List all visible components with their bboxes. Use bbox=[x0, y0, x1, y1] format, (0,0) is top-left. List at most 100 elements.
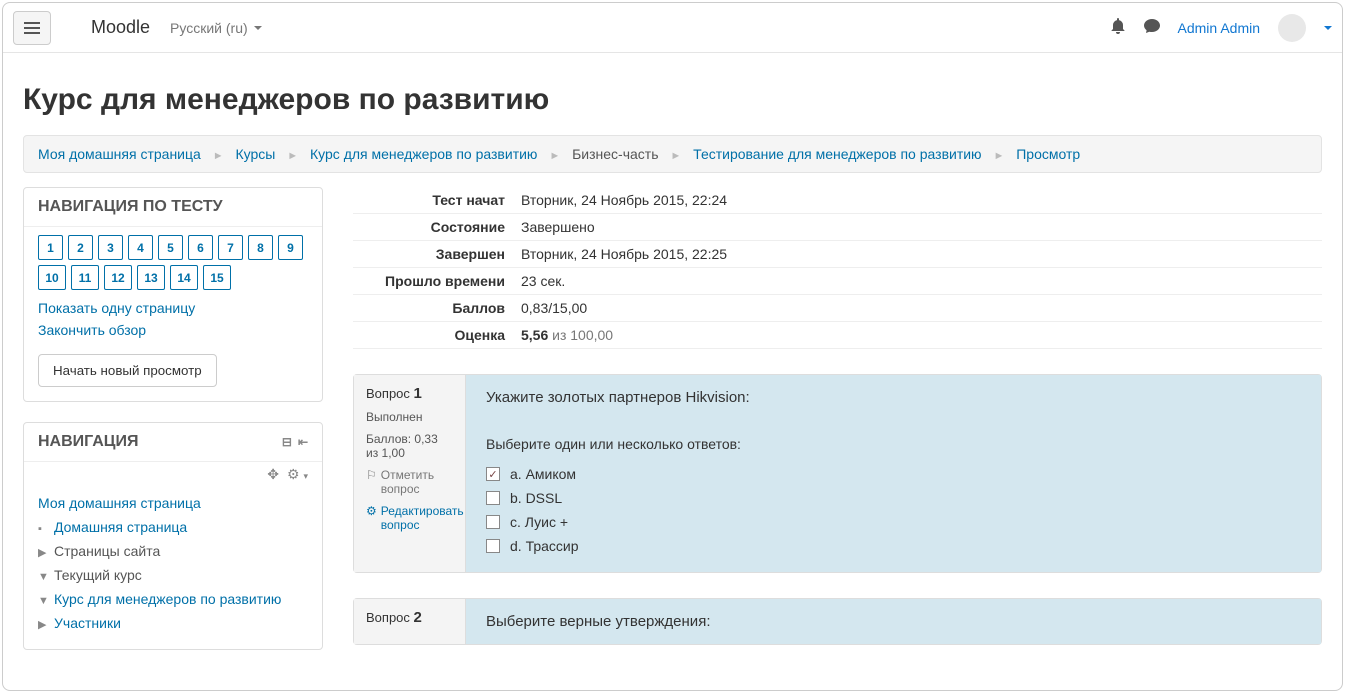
question-nav-button[interactable]: 6 bbox=[188, 235, 213, 260]
question-nav-button[interactable]: 14 bbox=[170, 265, 198, 290]
question-nav-button[interactable]: 13 bbox=[137, 265, 165, 290]
move-icon[interactable]: ✥ bbox=[267, 466, 279, 483]
summary-key: Завершен bbox=[353, 241, 513, 268]
language-selector[interactable]: Русский (ru) bbox=[170, 20, 262, 36]
tree-item-home[interactable]: Домашняя страница bbox=[54, 519, 187, 535]
gear-icon[interactable]: ⚙ ▾ bbox=[287, 466, 308, 483]
hamburger-icon bbox=[24, 27, 40, 29]
flag-icon: ⚐ bbox=[366, 468, 377, 482]
breadcrumb-item[interactable]: Просмотр bbox=[1016, 146, 1080, 162]
question-nav-button[interactable]: 2 bbox=[68, 235, 93, 260]
summary-key: Состояние bbox=[353, 214, 513, 241]
summary-key: Баллов bbox=[353, 295, 513, 322]
summary-key: Прошло времени bbox=[353, 268, 513, 295]
summary-key: Оценка bbox=[353, 322, 513, 349]
messages-icon[interactable] bbox=[1144, 18, 1160, 37]
question-text: Укажите золотых партнеров Hikvision: bbox=[486, 389, 1301, 406]
new-preview-button[interactable]: Начать новый просмотр bbox=[38, 354, 217, 387]
user-menu-caret-icon[interactable] bbox=[1324, 26, 1332, 30]
tree-item-participants[interactable]: Участники bbox=[54, 615, 121, 631]
checkbox-icon[interactable] bbox=[486, 515, 500, 529]
edit-question-link[interactable]: ⚙Редактировать вопрос bbox=[366, 504, 453, 532]
answer-option[interactable]: ✓ a. Амиком bbox=[486, 462, 1301, 486]
breadcrumb-separator-icon: ► bbox=[549, 150, 560, 162]
checkbox-icon[interactable] bbox=[486, 491, 500, 505]
quiz-navigation-block: НАВИГАЦИЯ ПО ТЕСТУ 1 2 3 4 5 6 7 8 9 bbox=[23, 187, 323, 402]
chevron-down-icon[interactable]: ▼ bbox=[38, 595, 48, 607]
chevron-right-icon[interactable]: ▶ bbox=[38, 546, 48, 559]
tree-item-site-pages[interactable]: Страницы сайта bbox=[54, 543, 160, 559]
chevron-down-icon[interactable]: ▼ bbox=[38, 571, 48, 583]
question-nav-button[interactable]: 1 bbox=[38, 235, 63, 260]
flag-question-link[interactable]: ⚐Отметить вопрос bbox=[366, 468, 453, 496]
tree-item-current-course[interactable]: Текущий курс bbox=[54, 567, 142, 583]
avatar[interactable] bbox=[1278, 14, 1306, 42]
question-nav-button[interactable]: 8 bbox=[248, 235, 273, 260]
dock-icon[interactable]: ⇤ bbox=[298, 435, 308, 449]
breadcrumb-separator-icon: ► bbox=[670, 150, 681, 162]
answer-option[interactable]: c. Луис + bbox=[486, 510, 1301, 534]
table-row: Оценка5,56 из 100,00 bbox=[353, 322, 1322, 349]
question-prompt: Выберите один или несколько ответов: bbox=[486, 436, 1301, 452]
question-nav-grid: 1 2 3 4 5 6 7 8 9 10 11 12 13 bbox=[38, 235, 308, 290]
table-row: Прошло времени23 сек. bbox=[353, 268, 1322, 295]
answer-option[interactable]: d. Трассир bbox=[486, 534, 1301, 558]
question-nav-button[interactable]: 9 bbox=[278, 235, 303, 260]
answer-option[interactable]: b. DSSL bbox=[486, 486, 1301, 510]
collapse-icon[interactable]: ⊟ bbox=[282, 435, 292, 449]
chevron-right-icon[interactable]: ▶ bbox=[38, 618, 48, 631]
checkbox-icon[interactable]: ✓ bbox=[486, 467, 500, 481]
table-row: Баллов0,83/15,00 bbox=[353, 295, 1322, 322]
brand-logo[interactable]: Moodle bbox=[91, 17, 150, 38]
summary-value: 23 сек. bbox=[513, 268, 1322, 295]
breadcrumb-item: Бизнес-часть bbox=[572, 146, 658, 162]
question-2: Вопрос 2 Выберите верные утверждения: bbox=[353, 598, 1322, 645]
checkbox-icon[interactable] bbox=[486, 539, 500, 553]
summary-value: Вторник, 24 Ноябрь 2015, 22:24 bbox=[513, 187, 1322, 214]
breadcrumb-item[interactable]: Курсы bbox=[235, 146, 275, 162]
navigation-tree: Моя домашняя страница ▪ Домашняя страница… bbox=[38, 491, 308, 635]
tree-item-my-home[interactable]: Моя домашняя страница bbox=[38, 495, 201, 511]
question-text: Выберите верные утверждения: bbox=[486, 613, 1301, 630]
gear-icon: ⚙ bbox=[366, 504, 377, 518]
question-mark: Баллов: 0,33 из 1,00 bbox=[366, 432, 453, 460]
block-title: НАВИГАЦИЯ ПО ТЕСТУ bbox=[24, 188, 322, 227]
finish-review-link[interactable]: Закончить обзор bbox=[38, 322, 308, 338]
question-nav-button[interactable]: 10 bbox=[38, 265, 66, 290]
option-label: d. Трассир bbox=[510, 538, 579, 554]
question-nav-button[interactable]: 3 bbox=[98, 235, 123, 260]
breadcrumb-separator-icon: ► bbox=[993, 150, 1004, 162]
user-menu[interactable]: Admin Admin bbox=[1178, 20, 1260, 36]
navigation-block: НАВИГАЦИЯ ⊟ ⇤ ✥ ⚙ ▾ Моя домашняя страниц… bbox=[23, 422, 323, 650]
bullet-icon: ▪ bbox=[38, 523, 48, 535]
summary-key: Тест начат bbox=[353, 187, 513, 214]
question-nav-button[interactable]: 12 bbox=[104, 265, 132, 290]
breadcrumb-separator-icon: ► bbox=[287, 150, 298, 162]
question-status: Выполнен bbox=[366, 410, 453, 424]
breadcrumb-item[interactable]: Моя домашняя страница bbox=[38, 146, 201, 162]
summary-value: Вторник, 24 Ноябрь 2015, 22:25 bbox=[513, 241, 1322, 268]
question-nav-button[interactable]: 5 bbox=[158, 235, 183, 260]
question-nav-button[interactable]: 7 bbox=[218, 235, 243, 260]
show-one-page-link[interactable]: Показать одну страницу bbox=[38, 300, 308, 316]
option-label: c. Луис + bbox=[510, 514, 568, 530]
notifications-icon[interactable] bbox=[1110, 18, 1126, 37]
option-label: a. Амиком bbox=[510, 466, 576, 482]
tree-item-course[interactable]: Курс для менеджеров по развитию bbox=[54, 591, 281, 607]
sidebar-toggle-button[interactable] bbox=[13, 11, 51, 45]
question-info-panel: Вопрос 1 Выполнен Баллов: 0,33 из 1,00 ⚐… bbox=[354, 375, 466, 572]
question-1: Вопрос 1 Выполнен Баллов: 0,33 из 1,00 ⚐… bbox=[353, 374, 1322, 573]
breadcrumb-item[interactable]: Курс для менеджеров по развитию bbox=[310, 146, 537, 162]
chevron-down-icon bbox=[254, 26, 262, 30]
breadcrumb-item[interactable]: Тестирование для менеджеров по развитию bbox=[693, 146, 981, 162]
option-label: b. DSSL bbox=[510, 490, 562, 506]
question-nav-button[interactable]: 11 bbox=[71, 265, 99, 290]
question-info-panel: Вопрос 2 bbox=[354, 599, 466, 644]
summary-value: 0,83/15,00 bbox=[513, 295, 1322, 322]
question-nav-button[interactable]: 4 bbox=[128, 235, 153, 260]
page-title: Курс для менеджеров по развитию bbox=[23, 83, 1322, 117]
question-nav-button[interactable]: 15 bbox=[203, 265, 231, 290]
language-label: Русский (ru) bbox=[170, 20, 248, 36]
table-row: Тест начатВторник, 24 Ноябрь 2015, 22:24 bbox=[353, 187, 1322, 214]
table-row: СостояниеЗавершено bbox=[353, 214, 1322, 241]
